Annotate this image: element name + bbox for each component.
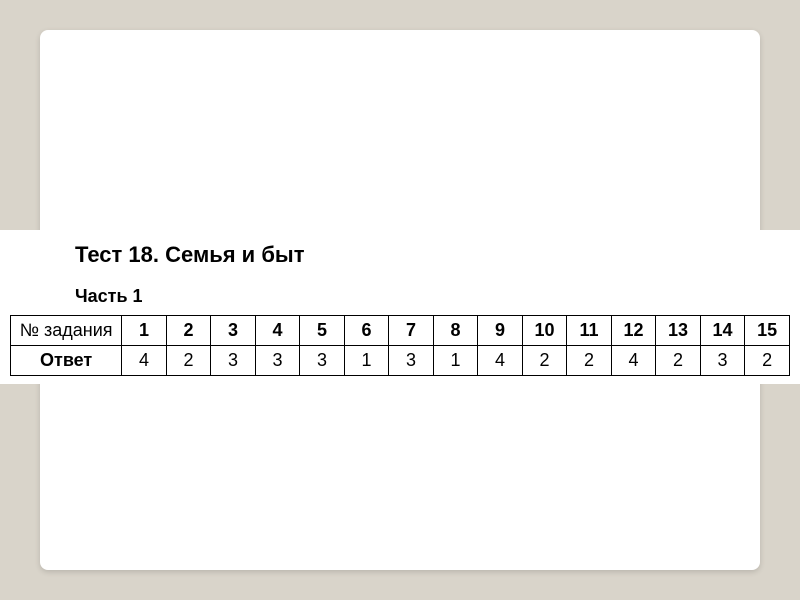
task-number-cell: 2 (166, 316, 211, 346)
table-row: № задания 1 2 3 4 5 6 7 8 9 10 11 12 13 … (11, 316, 790, 346)
task-number-cell: 9 (478, 316, 523, 346)
answer-cell: 4 (122, 346, 167, 376)
answer-cell: 3 (700, 346, 745, 376)
task-number-cell: 8 (433, 316, 478, 346)
task-number-cell: 1 (122, 316, 167, 346)
answer-cell: 2 (745, 346, 790, 376)
task-number-cell: 13 (656, 316, 701, 346)
test-title: Тест 18. Семья и быт (75, 242, 800, 268)
task-number-cell: 5 (300, 316, 345, 346)
answer-cell: 3 (255, 346, 300, 376)
row-label-answer: Ответ (11, 346, 122, 376)
answer-cell: 1 (433, 346, 478, 376)
answer-cell: 3 (389, 346, 434, 376)
answer-table: № задания 1 2 3 4 5 6 7 8 9 10 11 12 13 … (10, 315, 790, 376)
task-number-cell: 11 (567, 316, 612, 346)
slide-frame: Тест 18. Семья и быт Часть 1 № задания 1… (40, 30, 760, 570)
answer-cell: 4 (611, 346, 656, 376)
task-number-cell: 12 (611, 316, 656, 346)
content-strip: Тест 18. Семья и быт Часть 1 № задания 1… (0, 230, 800, 384)
answer-cell: 3 (300, 346, 345, 376)
answer-cell: 2 (522, 346, 567, 376)
table-row: Ответ 4 2 3 3 3 1 3 1 4 2 2 4 2 3 2 (11, 346, 790, 376)
task-number-cell: 7 (389, 316, 434, 346)
answer-cell: 2 (567, 346, 612, 376)
task-number-cell: 4 (255, 316, 300, 346)
task-number-cell: 3 (211, 316, 256, 346)
task-number-cell: 6 (344, 316, 389, 346)
answer-cell: 3 (211, 346, 256, 376)
task-number-cell: 10 (522, 316, 567, 346)
part-subtitle: Часть 1 (75, 286, 800, 307)
row-label-task-number: № задания (11, 316, 122, 346)
answer-cell: 4 (478, 346, 523, 376)
task-number-cell: 14 (700, 316, 745, 346)
task-number-cell: 15 (745, 316, 790, 346)
answer-cell: 2 (656, 346, 701, 376)
answer-cell: 1 (344, 346, 389, 376)
answer-cell: 2 (166, 346, 211, 376)
